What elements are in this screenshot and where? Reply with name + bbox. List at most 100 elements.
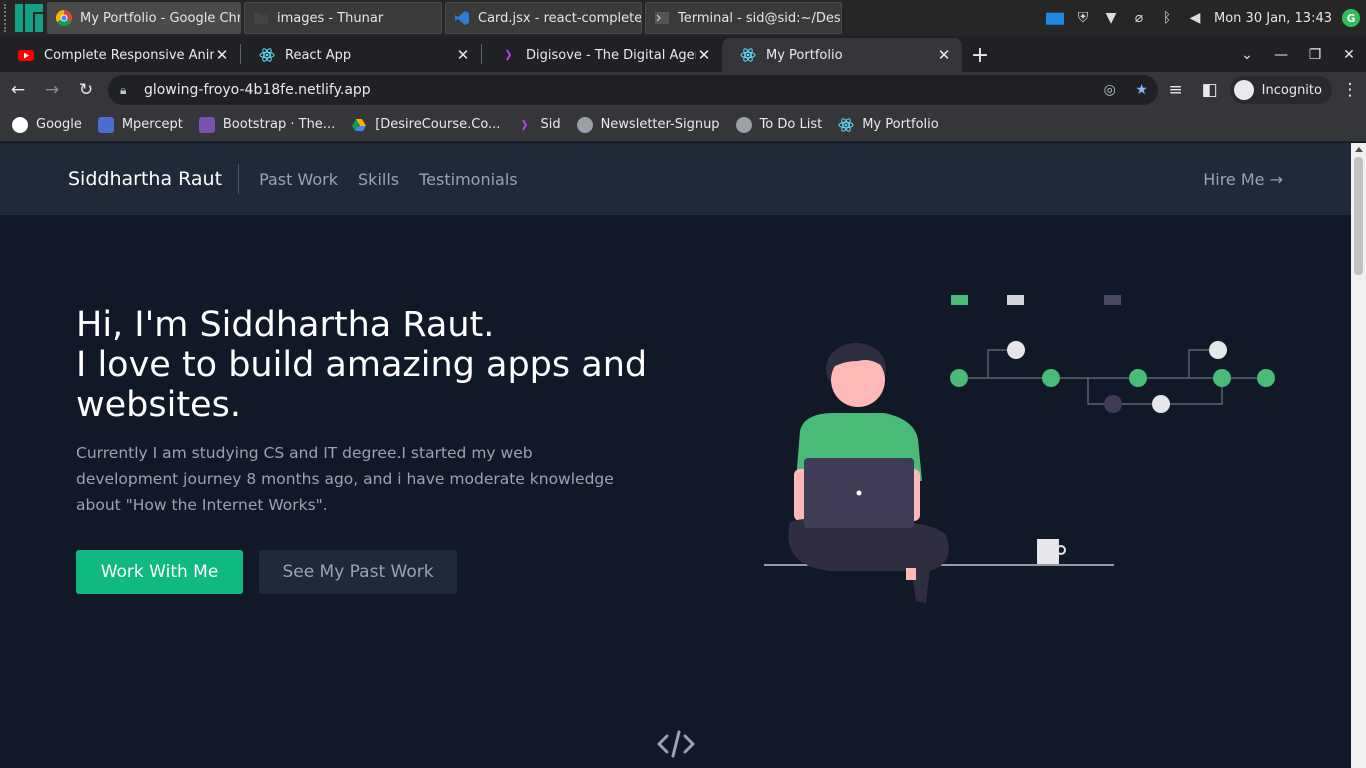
nav-skills[interactable]: Skills — [358, 170, 399, 189]
side-panel-icon[interactable]: ◧ — [1194, 74, 1226, 106]
eye-off-icon[interactable]: ◎ — [1094, 82, 1126, 98]
new-tab-button[interactable]: + — [962, 38, 998, 72]
screen-icon[interactable] — [1046, 9, 1065, 27]
react-icon — [838, 117, 854, 133]
hero-heading-line2: I love to build amazing apps and website… — [76, 345, 648, 425]
terminal-icon — [654, 10, 670, 26]
bookmark-label: To Do List — [759, 117, 823, 132]
reload-button[interactable]: ↻ — [70, 74, 102, 106]
react-icon — [740, 47, 756, 63]
url-text[interactable]: glowing-froyo-4b18fe.netlify.app — [144, 82, 1094, 98]
tab-search-icon[interactable]: ⌄ — [1230, 47, 1264, 63]
tab-digisove[interactable]: Digisove - The Digital Agency ✕ — [482, 38, 722, 72]
bookmark-label: Mpercept — [121, 117, 183, 132]
menu-kebab-icon[interactable]: ⋮ — [1334, 74, 1366, 106]
bookmark-google[interactable]: Google — [12, 116, 82, 133]
tab-label: My Portfolio — [766, 47, 843, 63]
site-navbar: Siddhartha Raut Past Work Skills Testimo… — [0, 143, 1351, 215]
incognito-indicator[interactable]: Incognito — [1229, 76, 1332, 104]
google-icon — [12, 116, 28, 133]
tab-youtube[interactable]: Complete Responsive Anim ✕ — [0, 38, 240, 72]
task-terminal[interactable]: Terminal - sid@sid:~/Desk... — [645, 2, 842, 34]
bookmark-sid[interactable]: Sid — [516, 117, 561, 133]
back-button[interactable]: ← — [2, 74, 34, 106]
clock[interactable]: Mon 30 Jan, 13:43 — [1214, 11, 1332, 26]
digisove-icon — [500, 47, 516, 63]
bookmark-label: Bootstrap · The... — [222, 117, 336, 132]
work-with-me-button[interactable]: Work With Me — [76, 550, 243, 594]
vscode-icon — [454, 10, 470, 26]
taskbar-grip — [4, 4, 10, 32]
bookmark-label: Google — [36, 117, 82, 132]
bookmark-mpercept[interactable]: Mpercept — [97, 116, 183, 133]
hero-description: Currently I am studying CS and IT degree… — [76, 444, 614, 514]
page-scrollbar[interactable] — [1351, 143, 1366, 768]
bookmark-star-icon[interactable]: ★ — [1126, 82, 1158, 98]
tab-label: Digisove - The Digital Agency — [526, 47, 696, 63]
bookmark-portfolio[interactable]: My Portfolio — [838, 117, 939, 133]
bookmark-newsletter[interactable]: Newsletter-Signup — [576, 116, 720, 133]
bookmark-desirecourse[interactable]: [DesireCourse.Co... — [351, 117, 500, 133]
nav-past-work[interactable]: Past Work — [259, 170, 338, 189]
nav-testimonials[interactable]: Testimonials — [419, 170, 518, 189]
close-icon[interactable]: ✕ — [936, 46, 952, 64]
window-controls: ⌄ — ❐ ✕ — [1230, 38, 1366, 72]
address-bar[interactable]: 🔒︎ glowing-froyo-4b18fe.netlify.app ◎ ★ — [107, 75, 1158, 105]
site-brand[interactable]: Siddhartha Raut — [68, 164, 240, 194]
forward-button[interactable]: → — [36, 74, 68, 106]
close-icon[interactable]: ✕ — [696, 46, 712, 64]
tab-react-app[interactable]: React App ✕ — [241, 38, 481, 72]
incognito-label: Incognito — [1261, 82, 1322, 98]
code-icon — [657, 730, 695, 758]
maximize-icon[interactable]: ❐ — [1298, 47, 1332, 63]
hire-me-link[interactable]: Hire Me → — [1203, 170, 1283, 189]
shield-icon[interactable]: ⛨ — [1074, 9, 1092, 27]
volume-icon[interactable]: ◀ — [1186, 9, 1204, 27]
chrome-icon — [55, 9, 72, 27]
globe-icon — [576, 116, 593, 133]
close-icon[interactable]: ✕ — [455, 46, 471, 64]
youtube-icon — [18, 47, 34, 63]
clip-icon[interactable]: ⌀ — [1130, 9, 1148, 27]
chrome-tabstrip: Complete Responsive Anim ✕ React App ✕ D… — [0, 36, 1366, 72]
bootstrap-icon — [198, 116, 215, 133]
task-label: Terminal - sid@sid:~/Desk... — [678, 10, 841, 26]
system-tray: ⛨ ▼ ⌀ ᛒ ◀ Mon 30 Jan, 13:43 G — [1046, 9, 1366, 27]
svg-text:G: G — [1347, 13, 1356, 25]
lock-icon[interactable]: 🔒︎ — [120, 83, 132, 98]
desktop-taskbar: My Portfolio - Google Chr... images - Th… — [0, 0, 1366, 36]
incognito-icon — [1233, 80, 1254, 100]
task-thunar[interactable]: images - Thunar — [244, 2, 442, 34]
tab-label: React App — [285, 47, 352, 63]
scroll-up-icon[interactable] — [1355, 147, 1363, 152]
chrome-toolbar: ← → ↻ 🔒︎ glowing-froyo-4b18fe.netlify.ap… — [0, 72, 1366, 108]
hero-heading-line1: Hi, I'm Siddhartha Raut. — [76, 305, 495, 345]
scrollbar-thumb[interactable] — [1354, 157, 1363, 275]
react-icon — [259, 47, 275, 63]
webpage: Siddhartha Raut Past Work Skills Testimo… — [0, 143, 1351, 768]
bookmark-label: [DesireCourse.Co... — [375, 117, 501, 132]
developer-illustration — [764, 295, 1275, 603]
task-chrome[interactable]: My Portfolio - Google Chr... — [47, 2, 241, 34]
person-illustration — [788, 343, 949, 603]
see-past-work-button[interactable]: See My Past Work — [259, 550, 457, 594]
close-icon[interactable]: ✕ — [214, 46, 230, 64]
bookmarks-bar: Google Mpercept Bootstrap · The... [Desi… — [0, 108, 1366, 142]
bookmark-bootstrap[interactable]: Bootstrap · The... — [198, 116, 336, 133]
bluetooth-icon[interactable]: ᛒ — [1158, 9, 1176, 27]
wifi-icon[interactable]: ▼ — [1102, 9, 1120, 27]
bookmark-todo[interactable]: To Do List — [735, 116, 823, 133]
update-icon[interactable]: G — [1342, 9, 1360, 27]
bookmark-label: My Portfolio — [862, 117, 939, 132]
bookmark-label: Sid — [540, 117, 561, 132]
task-label: My Portfolio - Google Chr... — [80, 10, 241, 26]
sid-icon — [516, 117, 532, 133]
globe-icon — [735, 116, 752, 133]
manjaro-menu-icon[interactable] — [14, 3, 44, 33]
bookmark-label: Newsletter-Signup — [600, 117, 720, 132]
media-queue-icon[interactable]: ≡ — [1160, 74, 1192, 106]
tab-my-portfolio[interactable]: My Portfolio ✕ — [722, 38, 962, 72]
minimize-icon[interactable]: — — [1264, 47, 1298, 63]
task-vscode[interactable]: Card.jsx - react-complete-... — [445, 2, 642, 34]
close-window-icon[interactable]: ✕ — [1332, 47, 1366, 63]
